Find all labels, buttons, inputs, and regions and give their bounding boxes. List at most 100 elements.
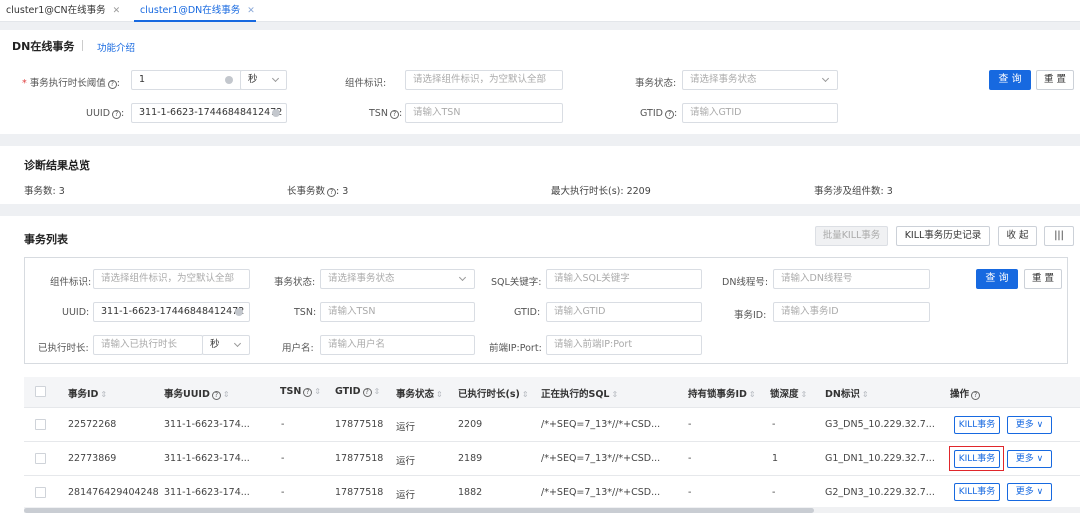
help-icon[interactable]: ?	[327, 188, 337, 197]
more-button[interactable]: 更多 ∨	[1007, 483, 1052, 501]
clear-icon[interactable]	[272, 109, 280, 117]
f-txn-id-input[interactable]: 请输入事务ID	[773, 302, 930, 322]
cell-sql: /*+SEQ=7_13*//*+CSD...	[541, 487, 661, 498]
sort-icon[interactable]: ⇕	[611, 390, 618, 399]
close-icon[interactable]: ✕	[113, 6, 121, 16]
col-lock-depth[interactable]: 锁深度 ⇕	[770, 386, 807, 400]
help-icon[interactable]: ?	[362, 388, 372, 397]
col-state[interactable]: 事务状态 ⇕	[396, 386, 443, 400]
kill-txn-button[interactable]: KILL事务	[954, 483, 1000, 501]
sort-icon[interactable]: ⇕	[801, 390, 808, 399]
intro-link[interactable]: 功能介绍	[97, 40, 135, 54]
help-icon[interactable]: ?	[211, 391, 221, 400]
row-divider	[24, 407, 1080, 408]
col-tsn[interactable]: TSN? ⇕	[280, 386, 321, 397]
cell-txn-uuid: 311-1-6623-174...	[164, 487, 250, 498]
f-elapsed-input[interactable]: 请输入已执行时长	[93, 335, 203, 355]
sort-icon[interactable]: ⇕	[749, 390, 756, 399]
f-reset-button[interactable]: 重 置	[1024, 269, 1062, 289]
search-button[interactable]: 查 询	[989, 70, 1031, 90]
tsn-input[interactable]: 请输入TSN	[405, 103, 563, 123]
sort-icon[interactable]: ⇕	[223, 390, 230, 399]
f-tsn-input[interactable]: 请输入TSN	[320, 302, 475, 322]
more-button[interactable]: 更多 ∨	[1007, 450, 1052, 468]
kill-txn-button[interactable]: KILL事务	[954, 416, 1000, 434]
component-select[interactable]: 请选择组件标识，为空默认全部	[405, 70, 563, 90]
columns-icon[interactable]: |||	[1044, 226, 1074, 246]
help-icon[interactable]: ?	[112, 110, 122, 119]
uuid-input[interactable]: 311-1-6623-17446848412472	[131, 103, 287, 123]
f-elapsed-unit-select[interactable]: 秒	[202, 335, 250, 355]
help-icon[interactable]: ?	[303, 388, 313, 397]
kill-history-button[interactable]: KILL事务历史记录	[896, 226, 990, 246]
tab-label: cluster1@CN在线事务	[6, 5, 106, 16]
kill-txn-button[interactable]: KILL事务	[954, 450, 1000, 468]
cell-lock-holder: -	[688, 487, 692, 498]
unit-select[interactable]: 秒	[240, 70, 287, 90]
col-elapsed[interactable]: 已执行时长(s) ⇕	[458, 386, 529, 400]
threshold-label-text: 事务执行时长阈值	[29, 78, 106, 89]
divider	[82, 40, 83, 51]
f-state-select[interactable]: 请选择事务状态	[320, 269, 475, 289]
row-divider	[24, 441, 1080, 442]
close-icon[interactable]: ✕	[247, 6, 255, 16]
threshold-input[interactable]: 1	[131, 70, 242, 90]
chevron-down-icon	[233, 339, 242, 348]
cell-dn: G3_DN5_10.229.32.7...	[825, 419, 935, 430]
f-gtid-input[interactable]: 请输入GTID	[546, 302, 702, 322]
gtid-input[interactable]: 请输入GTID	[682, 103, 838, 123]
f-sql-input[interactable]: 请输入SQL关键字	[546, 269, 702, 289]
f-uuid-input[interactable]: 311-1-6623-17446848412472	[93, 302, 250, 322]
sort-icon[interactable]: ⇕	[314, 387, 321, 396]
f-user-input[interactable]: 请输入用户名	[320, 335, 475, 355]
f-ip-label: 前端IP:Port:	[489, 343, 542, 354]
col-dn[interactable]: DN标识 ⇕	[825, 386, 869, 400]
state-select[interactable]: 请选择事务状态	[682, 70, 838, 90]
col-txn-id[interactable]: 事务ID ⇕	[68, 386, 107, 400]
col-lock-holder[interactable]: 持有锁事务ID ⇕	[688, 386, 756, 400]
help-icon[interactable]: ?	[971, 391, 981, 400]
collapse-button[interactable]: 收 起	[998, 226, 1037, 246]
tab-dn-online-txn[interactable]: cluster1@DN在线事务 ✕	[134, 0, 256, 22]
tab-cn-online-txn[interactable]: cluster1@CN在线事务 ✕	[0, 0, 133, 22]
row-checkbox[interactable]	[35, 419, 46, 430]
col-gtid[interactable]: GTID? ⇕	[335, 386, 380, 397]
f-component-select[interactable]: 请选择组件标识，为空默认全部	[93, 269, 250, 289]
col-label: 持有锁事务ID	[688, 389, 747, 400]
f-ip-input[interactable]: 请输入前端IP:Port	[546, 335, 702, 355]
uuid-label-text: UUID	[86, 108, 111, 119]
sort-icon[interactable]: ⇕	[862, 390, 869, 399]
cell-gtid: 17877518	[335, 487, 384, 498]
reset-button[interactable]: 重 置	[1036, 70, 1074, 90]
col-label: 锁深度	[770, 389, 799, 400]
row-checkbox[interactable]	[35, 487, 46, 498]
more-label: 更多	[1015, 454, 1034, 464]
help-icon[interactable]: ?	[107, 80, 117, 89]
select-all-checkbox[interactable]	[35, 386, 46, 397]
sort-icon[interactable]: ⇕	[100, 390, 107, 399]
clear-icon[interactable]	[235, 308, 243, 316]
more-label: 更多	[1015, 487, 1034, 497]
f-search-button[interactable]: 查 询	[976, 269, 1018, 289]
help-icon[interactable]: ?	[389, 110, 399, 119]
col-txn-uuid[interactable]: 事务UUID? ⇕	[164, 386, 230, 400]
f-elapsed-unit-value: 秒	[210, 339, 220, 350]
sort-icon[interactable]: ⇕	[522, 390, 529, 399]
clear-icon[interactable]	[225, 76, 233, 84]
col-label: 操作	[950, 389, 970, 400]
summary-card	[0, 146, 1080, 204]
sort-icon[interactable]: ⇕	[436, 390, 443, 399]
f-dn-thread-input[interactable]: 请输入DN线程号	[773, 269, 930, 289]
scrollbar-thumb[interactable]	[24, 508, 814, 513]
f-user-label: 用户名:	[282, 343, 314, 354]
chevron-down-icon	[821, 74, 830, 83]
chevron-down-icon	[271, 74, 280, 83]
cell-txn-id: 22572268	[68, 419, 117, 430]
batch-kill-button[interactable]: 批量KILL事务	[815, 226, 888, 246]
more-button[interactable]: 更多 ∨	[1007, 416, 1052, 434]
help-icon[interactable]: ?	[664, 110, 674, 119]
row-checkbox[interactable]	[35, 453, 46, 464]
col-sql[interactable]: 正在执行的SQL ⇕	[541, 386, 618, 400]
sort-icon[interactable]: ⇕	[374, 387, 381, 396]
cell-lock-depth: -	[772, 487, 776, 498]
